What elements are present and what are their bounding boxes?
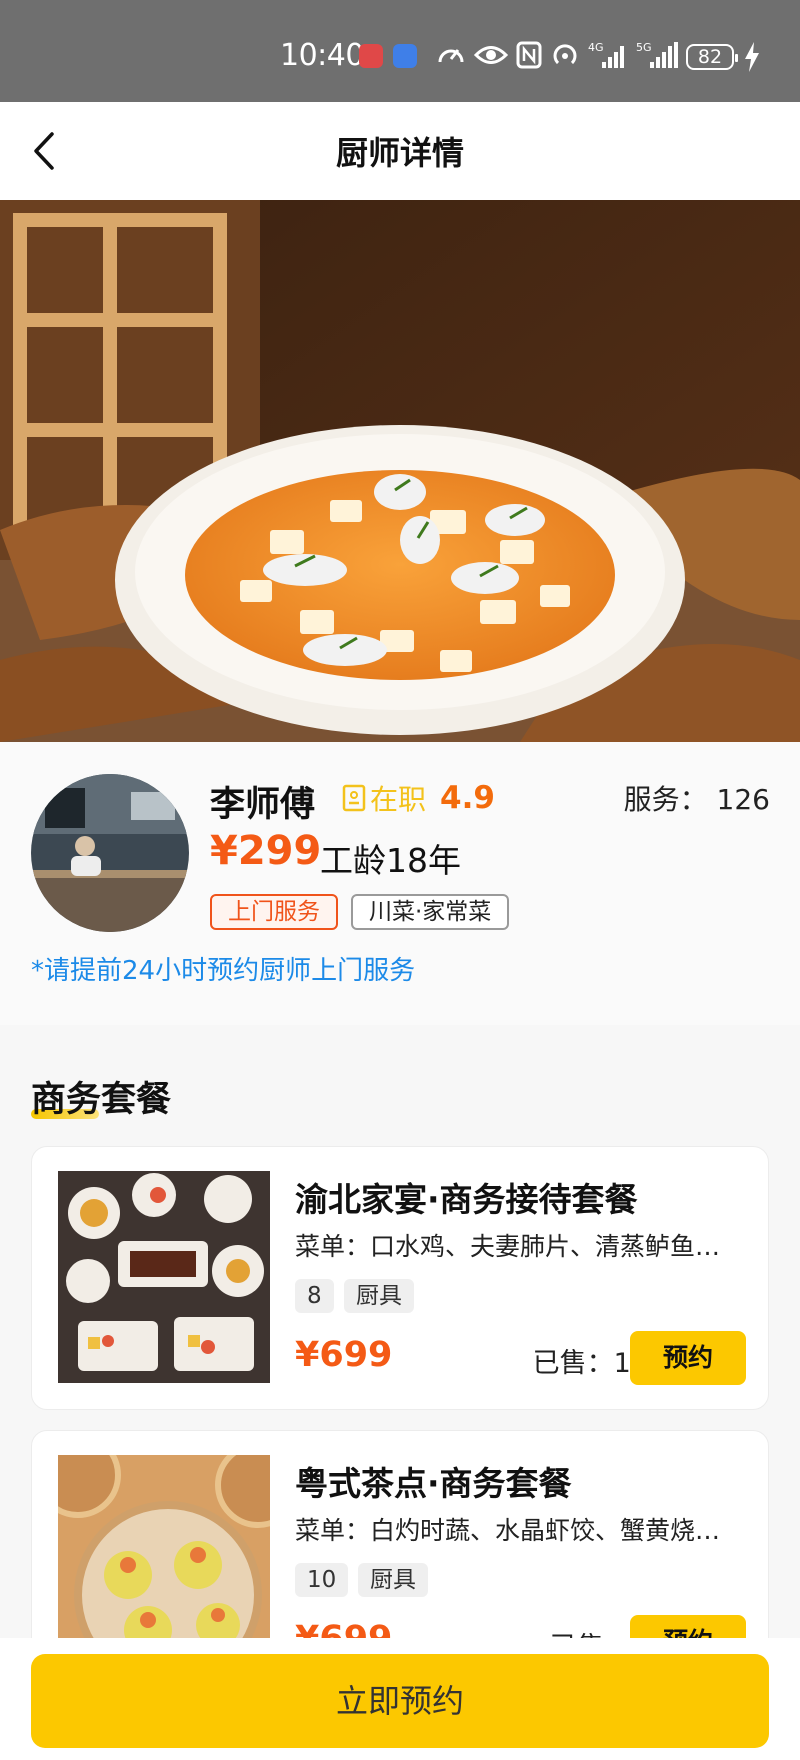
chef-experience: 工龄18年 [320,841,461,880]
book-now-button[interactable]: 立即预约 [31,1654,769,1748]
status-time: 10:40 [280,38,364,73]
package-chip-tools: 厨具 [358,1563,428,1597]
app-notification-icon [359,44,383,68]
network-label-5g: 5G [636,41,652,54]
booking-notice: *请提前24小时预约厨师上门服务 [31,956,416,986]
package-image [58,1455,270,1667]
eye-icon [474,46,508,64]
status-icons: 4G 5G [436,40,680,70]
package-menu: 菜单：口水鸡、夫妻肺片、清蒸鲈鱼、回锅肉 [295,1232,735,1261]
package-chip-tools: 厨具 [344,1279,414,1313]
status-label: 在职 [370,783,427,816]
book-package-button[interactable]: 预约 [630,1331,746,1385]
sold-label: 已售： [532,1348,614,1379]
chef-info-card: 李师傅 在职 4.9 服务： 126 ¥299 工龄18年 上门服务 川菜·家常… [0,742,800,1025]
tag-cuisine: 川菜·家常菜 [351,894,510,930]
signal-4g-icon: 4G [588,41,624,68]
chef-hero-image [0,200,800,742]
charging-icon [745,42,759,72]
chef-price: ¥299 [210,828,322,874]
bottom-action-bar: 立即预约 [0,1638,800,1760]
service-count: 服务： 126 [624,778,770,818]
chef-rating: 4.9 [440,780,495,816]
package-price: ¥699 [295,1335,393,1375]
network-label-4g: 4G [588,41,604,54]
nav-bar: 厨师详情 [0,102,800,200]
service-value: 126 [716,783,770,816]
employment-status: 在职 [342,778,426,818]
hotspot-icon [553,44,577,65]
usb-icon [393,44,417,68]
page-title: 厨师详情 [335,134,464,172]
signal-5g-icon: 5G [636,41,678,68]
package-chip-count: 10 [295,1563,349,1597]
speed-icon [438,49,464,63]
section-title: 商务套餐 [31,1080,172,1120]
service-label: 服务： [623,783,708,816]
chef-avatar [31,774,189,932]
package-title: 粤式茶点·商务套餐 [295,1464,572,1503]
battery-level: 82 [697,46,723,68]
status-bar: 10:40 4G 5G 82 [0,0,800,102]
package-image [58,1171,270,1383]
tag-home-service: 上门服务 [210,894,338,930]
package-menu: 菜单：白灼时蔬、水晶虾饺、蟹黄烧卖、叉烧包 [295,1516,735,1545]
nfc-icon [516,41,542,69]
package-card[interactable]: 渝北家宴·商务接待套餐 菜单：口水鸡、夫妻肺片、清蒸鲈鱼、回锅肉 8 厨具 ¥6… [31,1146,769,1410]
id-badge-icon [342,784,366,812]
chef-detail-page: 10:40 4G 5G 82 厨师详情 李师傅 在职 4.9 服务： 126 ¥… [0,0,800,1760]
package-title: 渝北家宴·商务接待套餐 [295,1180,638,1219]
package-chip-count: 8 [295,1279,334,1313]
package-sold: 已售：16 [502,1341,648,1380]
chef-name: 李师傅 [210,785,316,825]
battery-icon: 82 [686,44,738,70]
